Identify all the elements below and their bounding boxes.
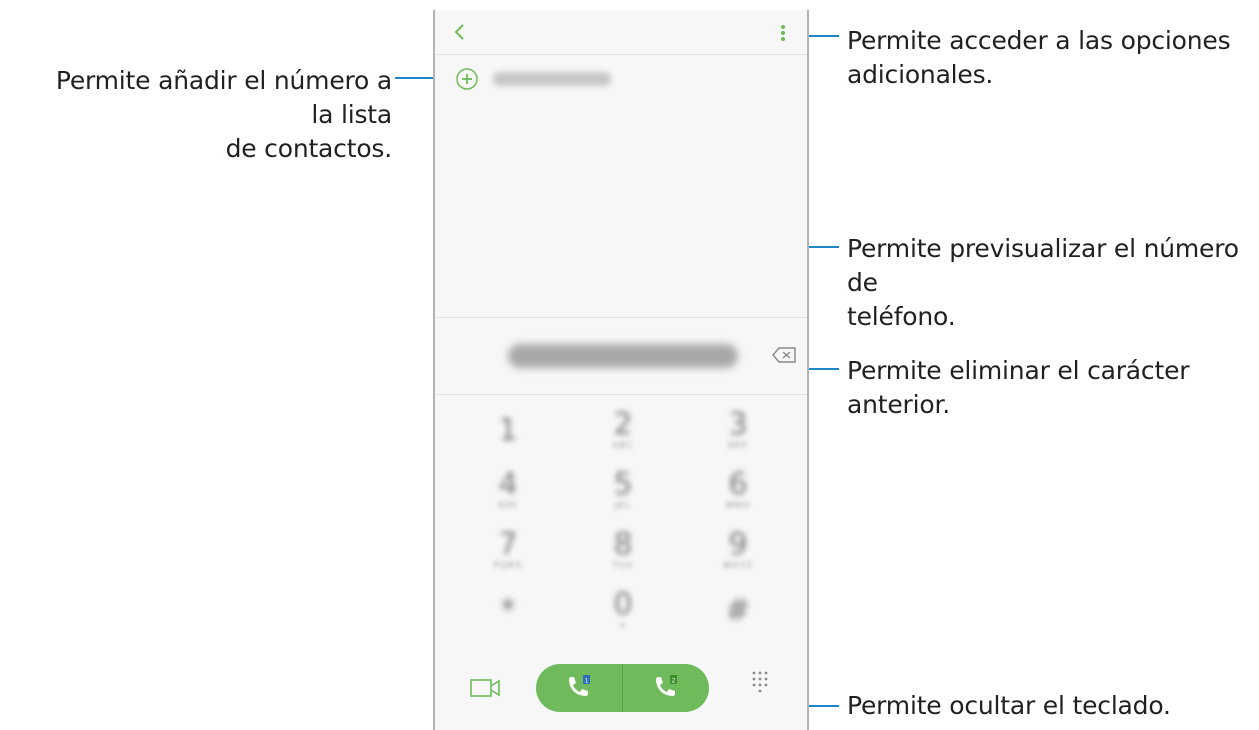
annotation-delete-line1: Permite eliminar el carácter [847,356,1190,385]
call-sim1-button[interactable]: 1 [536,664,622,712]
annotation-hide-keypad: Permite ocultar el teclado. [847,689,1247,723]
key-digit: 3 [728,407,748,442]
bottom-bar: 1 2 [435,644,807,730]
dialpad-key-8[interactable]: 8 TUV [593,526,653,576]
annotation-preview: Permite previsualizar el número de teléf… [847,232,1259,334]
annotation-more-options-line2: adicionales. [847,60,994,89]
svg-text:1: 1 [585,678,589,685]
dialpad-key-0[interactable]: 0 + [593,586,653,636]
key-digit: 4 [498,467,518,502]
dialpad-icon[interactable] [751,670,769,698]
key-digit: 6 [728,467,748,502]
key-digit: 9 [728,527,748,562]
dialpad-key-4[interactable]: 4 GHI [478,466,538,516]
key-letters: + [618,621,628,631]
more-vertical-icon[interactable] [780,24,786,42]
key-digit: 2 [613,407,633,442]
annotation-add-contact-line1: Permite añadir el número a la lista [55,66,392,129]
contact-number-blurred [493,72,611,86]
dialpad-key-5[interactable]: 5 JKL [593,466,653,516]
key-digit: * [500,593,516,628]
dialpad: 1 2 ABC 3 DEF 4 GHI 5 JKL 6 MNO 7 PQRS 8 [435,394,807,644]
video-call-icon[interactable] [469,676,501,700]
call-sim2-button[interactable]: 2 [623,664,709,712]
call-buttons: 1 2 [536,664,709,712]
dialpad-key-6[interactable]: 6 MNO [708,466,768,516]
key-letters: DEF [727,441,749,451]
phone-sim2-icon: 2 [656,675,677,696]
top-bar [435,10,807,55]
key-digit: 8 [613,527,633,562]
annotation-delete: Permite eliminar el carácter anterior. [847,354,1247,422]
annotation-add-contact-line2: de contactos. [225,134,393,163]
key-digit: 7 [498,527,518,562]
dialpad-key-star[interactable]: * [478,586,538,636]
dialpad-key-9[interactable]: 9 WXYZ [708,526,768,576]
annotation-hide-keypad-line1: Permite ocultar el teclado. [847,691,1171,720]
key-digit: 1 [498,413,518,448]
annotation-preview-line1: Permite previsualizar el número de [847,234,1239,297]
key-letters: PQRS [493,561,523,571]
svg-text:2: 2 [672,678,676,685]
dialpad-key-1[interactable]: 1 [478,406,538,456]
number-preview [508,344,738,368]
plus-circle-icon[interactable] [456,68,478,90]
annotation-more-options-line1: Permite acceder a las opciones [847,26,1231,55]
annotation-more-options: Permite acceder a las opciones adicional… [847,24,1247,92]
key-letters: WXYZ [722,561,754,571]
dialpad-key-7[interactable]: 7 PQRS [478,526,538,576]
dialpad-key-3[interactable]: 3 DEF [708,406,768,456]
annotation-add-contact: Permite añadir el número a la lista de c… [30,64,392,166]
key-digit: # [725,593,751,628]
phone-sim1-icon: 1 [569,675,590,696]
annotation-preview-line2: teléfono. [847,302,956,331]
dialpad-key-hash[interactable]: # [708,586,768,636]
key-letters: TUV [612,561,634,571]
key-letters: MNO [725,501,751,511]
key-digit: 0 [613,587,633,622]
chevron-left-icon[interactable] [451,20,469,44]
key-letters: JKL [614,501,632,511]
key-letters: GHI [498,501,518,511]
annotation-delete-line2: anterior. [847,390,950,419]
key-digit: 5 [613,467,633,502]
phone-screen: 1 2 ABC 3 DEF 4 GHI 5 JKL 6 MNO 7 PQRS 8 [433,10,809,730]
key-letters: ABC [612,441,634,451]
dialpad-key-2[interactable]: 2 ABC [593,406,653,456]
backspace-icon[interactable] [771,346,797,364]
number-preview-row [435,317,807,395]
